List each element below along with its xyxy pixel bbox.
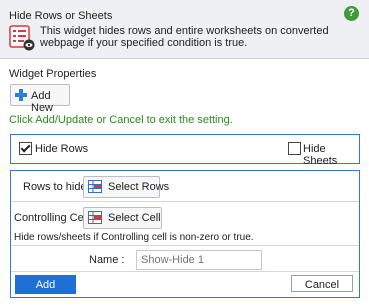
help-icon[interactable]: ? bbox=[344, 6, 359, 21]
hide-sheets-label: Hide Sheets bbox=[303, 143, 338, 167]
select-cell-label: Select Cell bbox=[108, 212, 161, 224]
controlling-cell-note: Hide rows/sheets if Controlling cell is … bbox=[14, 232, 254, 243]
hide-sheets-checkbox[interactable] bbox=[288, 142, 301, 155]
add-button[interactable]: Add bbox=[15, 275, 76, 294]
divider bbox=[11, 245, 359, 246]
name-label: Name : bbox=[89, 254, 125, 266]
grid-select-icon bbox=[88, 180, 102, 193]
plus-icon bbox=[15, 89, 27, 101]
hint-text: Click Add/Update or Cancel to exit the s… bbox=[9, 114, 233, 126]
widget-description: This widget hides rows and entire worksh… bbox=[40, 25, 329, 49]
add-new-button[interactable]: Add New bbox=[10, 84, 70, 114]
name-input[interactable] bbox=[136, 250, 262, 270]
divider bbox=[11, 271, 359, 272]
hide-rows-checkbox[interactable] bbox=[19, 142, 32, 155]
grid-select-icon bbox=[88, 211, 102, 224]
cancel-button[interactable]: Cancel bbox=[291, 275, 353, 292]
hide-options-panel: Hide Rows Hide Sheets bbox=[10, 134, 360, 167]
widget-title: Hide Rows or Sheets bbox=[9, 10, 113, 22]
widget-properties-title: Widget Properties bbox=[9, 68, 97, 80]
select-rows-button[interactable]: Select Rows bbox=[83, 176, 169, 198]
widget-header: Hide Rows or Sheets ? This widget hides … bbox=[0, 0, 369, 59]
list-eye-icon bbox=[9, 25, 35, 51]
hide-rows-label: Hide Rows bbox=[35, 143, 89, 155]
add-new-label: Add New bbox=[31, 90, 54, 114]
divider bbox=[11, 201, 359, 202]
select-rows-label: Select Rows bbox=[108, 181, 170, 193]
settings-panel: Rows to hide : Select Rows Controlling C… bbox=[10, 170, 360, 298]
select-cell-button[interactable]: Select Cell bbox=[83, 207, 162, 229]
